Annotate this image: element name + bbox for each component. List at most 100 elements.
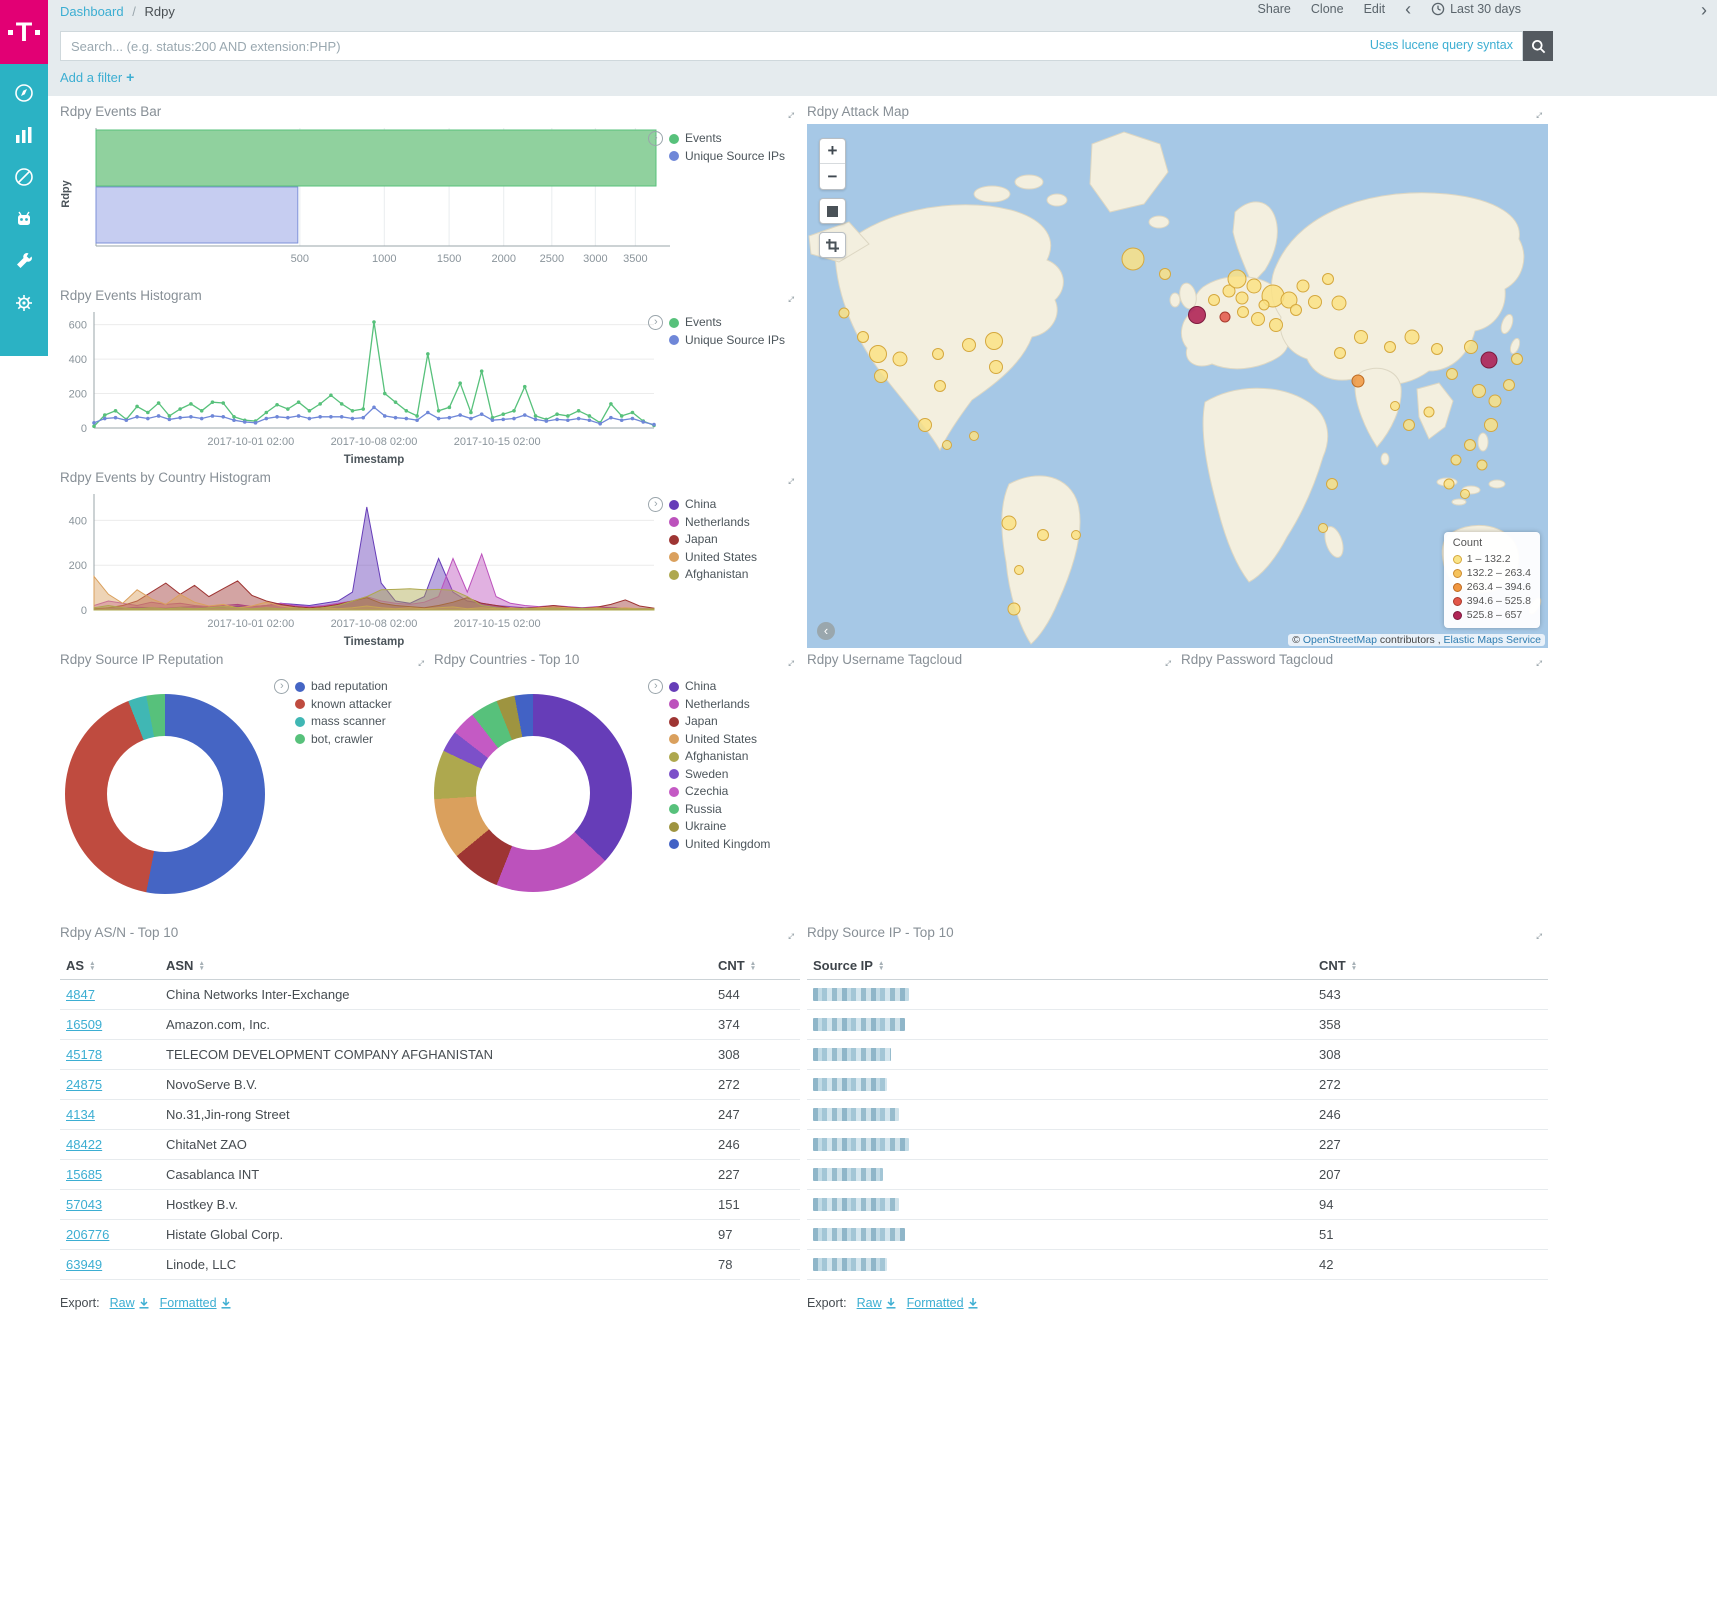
sidebar-item-visualize[interactable] [9,120,39,150]
legend-item[interactable]: United States [669,549,757,567]
map-circle[interactable] [1503,379,1515,391]
map-circle[interactable] [1227,270,1246,289]
as-number-link[interactable]: 4847 [66,987,95,1002]
column-header-asn[interactable]: ASN [160,952,712,980]
map-circle[interactable] [1235,291,1248,304]
map-circle[interactable] [1001,516,1016,531]
sidebar-item-dev-tools[interactable] [9,246,39,276]
legend-item[interactable]: known attacker [295,696,392,714]
legend-collapse-icon[interactable] [648,497,663,512]
map-circle[interactable] [1446,368,1458,380]
lucene-syntax-link[interactable]: Uses lucene query syntax [1370,38,1513,52]
legend-collapse-icon[interactable] [274,679,289,694]
legend-item[interactable]: Afghanistan [669,748,770,766]
add-filter-button[interactable]: Add a filter+ [60,69,134,85]
legend-item[interactable]: Events [669,130,785,148]
fit-extent-button[interactable] [819,198,846,224]
sidebar-item-discover[interactable] [9,78,39,108]
as-number-link[interactable]: 15685 [66,1167,102,1182]
legend-collapse-icon[interactable] [648,315,663,330]
map-circle[interactable] [1219,312,1230,323]
expand-icon[interactable] [412,654,428,670]
map-circle[interactable] [1188,306,1206,324]
sidebar-item-dashboard[interactable] [9,162,39,192]
map-circle[interactable] [1431,343,1443,355]
export-raw-link[interactable]: Raw [857,1296,897,1310]
map-circle[interactable] [1014,565,1024,575]
as-number-link[interactable]: 57043 [66,1197,102,1212]
legend-item[interactable]: Netherlands [669,696,770,714]
map-circle[interactable] [893,352,908,367]
expand-icon[interactable] [782,654,798,670]
sidebar-item-honeypot[interactable] [9,204,39,234]
clone-button[interactable]: Clone [1311,2,1344,16]
map-circle[interactable] [869,345,887,363]
map-circle[interactable] [1037,529,1049,541]
map-circle[interactable] [1511,353,1523,365]
expand-icon[interactable] [782,472,798,488]
map-circle[interactable] [942,440,952,450]
country-area-chart[interactable]: 02004002017-10-01 02:002017-10-08 02:002… [60,490,720,648]
map-circle[interactable] [1390,401,1400,411]
world-map[interactable]: + − Count 1 – 132.2132.2 – 263.4263.4 – … [807,124,1548,648]
map-circle[interactable] [1484,418,1498,432]
map-circle[interactable] [1384,341,1396,353]
attribution-toggle[interactable] [817,622,835,640]
legend-item[interactable]: China [669,678,770,696]
draw-filter-button[interactable] [819,232,846,258]
map-circle[interactable] [1269,318,1283,332]
map-circle[interactable] [1322,273,1334,285]
column-header-cnt[interactable]: CNT [712,952,800,980]
map-circle[interactable] [1326,478,1338,490]
map-circle[interactable] [1251,312,1265,326]
legend-item[interactable]: Russia [669,801,770,819]
map-circle[interactable] [1354,330,1368,344]
legend-collapse-icon[interactable] [648,679,663,694]
map-circle[interactable] [1208,294,1220,306]
time-back-chevron[interactable] [1405,2,1411,16]
expand-icon[interactable] [1159,654,1175,670]
map-circle[interactable] [1464,340,1478,354]
column-header-source-ip[interactable]: Source IP [807,952,1313,980]
map-circle[interactable] [1481,352,1498,369]
as-number-link[interactable]: 48422 [66,1137,102,1152]
export-formatted-link[interactable]: Formatted [160,1296,232,1310]
zoom-in-button[interactable]: + [820,139,845,164]
expand-icon[interactable] [782,106,798,122]
reputation-donut-chart[interactable] [65,694,265,894]
legend-item[interactable]: China [669,496,757,514]
map-circle[interactable] [1259,299,1270,310]
events-bar-chart[interactable]: 500100015002000250030003500 [76,128,736,284]
as-number-link[interactable]: 63949 [66,1257,102,1272]
legend-item[interactable]: Czechia [669,783,770,801]
legend-item[interactable]: Japan [669,713,770,731]
map-circle[interactable] [1334,347,1346,359]
search-input[interactable] [60,31,1523,61]
export-formatted-link[interactable]: Formatted [907,1296,979,1310]
legend-item[interactable]: bot, crawler [295,731,392,749]
as-number-link[interactable]: 45178 [66,1047,102,1062]
countries-donut-chart[interactable] [434,694,632,892]
zoom-out-button[interactable]: − [820,164,845,189]
map-circle[interactable] [1424,407,1435,418]
legend-item[interactable]: mass scanner [295,713,392,731]
legend-item[interactable]: Japan [669,531,757,549]
map-circle[interactable] [962,338,976,352]
edit-button[interactable]: Edit [1364,2,1386,16]
map-circle[interactable] [934,380,946,392]
legend-item[interactable]: United States [669,731,770,749]
legend-item[interactable]: Afghanistan [669,566,757,584]
map-circle[interactable] [1122,247,1145,270]
map-circle[interactable] [1351,375,1364,388]
map-circle[interactable] [1472,384,1486,398]
breadcrumb-dashboard-link[interactable]: Dashboard [60,4,124,19]
map-circle[interactable] [1477,459,1488,470]
map-circle[interactable] [1489,395,1502,408]
map-circle[interactable] [857,331,869,343]
column-header-as[interactable]: AS [60,952,160,980]
legend-item[interactable]: Unique Source IPs [669,332,785,350]
map-circle[interactable] [1246,278,1261,293]
legend-item[interactable]: bad reputation [295,678,392,696]
map-circle[interactable] [1405,330,1420,345]
map-circle[interactable] [989,360,1003,374]
